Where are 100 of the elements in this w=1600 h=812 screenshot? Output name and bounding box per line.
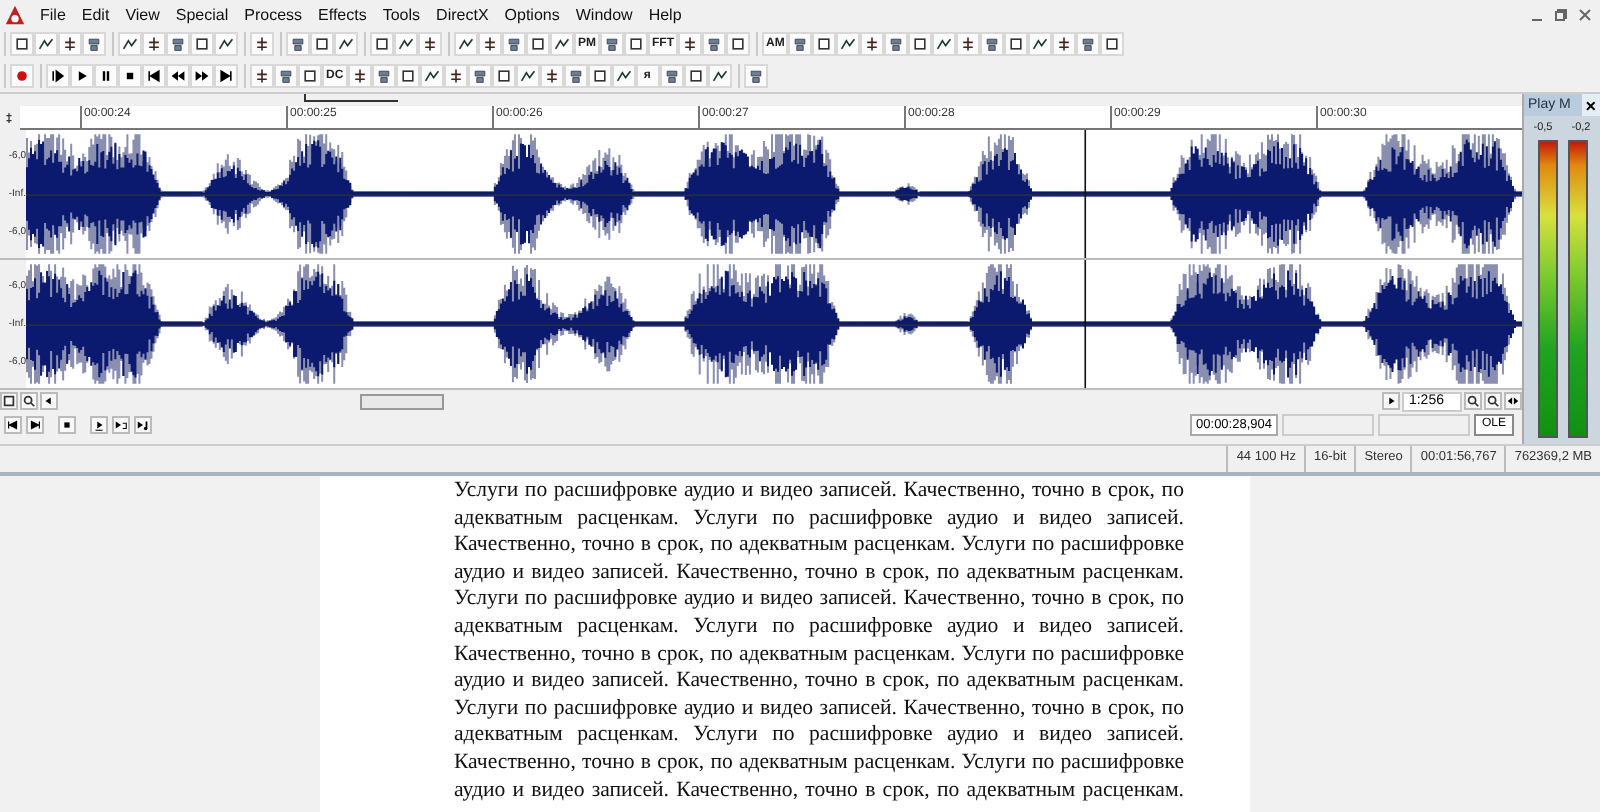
tool-icon[interactable] [118, 32, 142, 56]
tool-icon[interactable] [600, 32, 624, 56]
tool-icon[interactable] [515, 64, 540, 88]
tool-icon[interactable] [884, 32, 909, 56]
tool-icon[interactable] [214, 32, 238, 56]
tool-icon[interactable] [250, 32, 274, 56]
tool-icon[interactable] [478, 32, 502, 56]
tool-icon[interactable] [166, 32, 190, 56]
menu-item[interactable]: Special [167, 5, 237, 23]
tool-icon[interactable] [587, 64, 612, 88]
tool-icon[interactable] [624, 32, 648, 56]
menu-item[interactable]: File [32, 5, 74, 23]
menu-item[interactable]: Window [567, 5, 641, 23]
tool-icon[interactable] [467, 64, 492, 88]
fast-forward-icon[interactable] [190, 64, 214, 88]
stop-icon[interactable] [58, 415, 76, 433]
tool-icon[interactable] [142, 32, 166, 56]
tool-icon[interactable] [443, 64, 468, 88]
zoom-icon[interactable] [1464, 392, 1482, 410]
tool-icon[interactable] [454, 32, 478, 56]
tool-icon[interactable] [1028, 32, 1053, 56]
pause-icon[interactable] [94, 64, 118, 88]
tool-icon[interactable] [702, 32, 726, 56]
menu-item[interactable]: DirectX [428, 5, 497, 23]
tool-icon[interactable] [395, 64, 420, 88]
tool-icon[interactable] [58, 32, 82, 56]
tool-icon[interactable] [394, 32, 418, 56]
zoom-out-icon[interactable] [0, 392, 18, 410]
tool-icon[interactable] [788, 32, 813, 56]
menu-item[interactable]: Effects [310, 5, 375, 23]
tool-icon[interactable] [10, 32, 34, 56]
tool-icon[interactable] [190, 32, 214, 56]
tool-icon[interactable] [726, 32, 750, 56]
close-button[interactable]: × [1581, 94, 1600, 116]
menu-item[interactable]: Tools [374, 5, 429, 23]
tool-icon[interactable] [82, 32, 106, 56]
document-text-line: Качественно, точно в срок, по адекватным расценкам. Услуги по расшифровке [454, 532, 1184, 560]
menu-item[interactable]: Edit [73, 5, 118, 23]
tool-icon[interactable] [370, 32, 394, 56]
tool-icon[interactable] [743, 64, 768, 88]
tool-icon[interactable] [1004, 32, 1029, 56]
menu-item[interactable]: Options [496, 5, 568, 23]
skip-end-icon[interactable] [214, 64, 238, 88]
tool-icon[interactable] [491, 64, 516, 88]
tool-icon[interactable] [860, 32, 885, 56]
play-note-icon[interactable] [134, 415, 152, 433]
stop-icon[interactable] [118, 64, 142, 88]
skip-start-icon[interactable] [4, 415, 22, 433]
skip-end-icon[interactable] [26, 415, 44, 433]
rewind-icon[interactable] [166, 64, 190, 88]
play-selection-icon[interactable] [46, 64, 70, 88]
play-icon[interactable] [90, 415, 108, 433]
tool-icon[interactable] [347, 64, 372, 88]
tool-icon[interactable] [250, 64, 274, 88]
tool-icon[interactable] [286, 32, 310, 56]
document-text-line: Услуги по расшифровке аудио и видео записей. Качественно, точно в срок, по [454, 478, 1184, 506]
menu-item[interactable]: Help [640, 5, 690, 23]
tool-icon[interactable] [932, 32, 957, 56]
tool-icon[interactable] [683, 64, 708, 88]
scroll-left-icon[interactable] [40, 392, 58, 410]
zoom-in-icon[interactable] [20, 392, 38, 410]
tool-icon[interactable] [502, 32, 526, 56]
tool-icon[interactable] [550, 32, 574, 56]
record-icon[interactable] [10, 64, 34, 88]
play-loop-icon[interactable] [112, 415, 130, 433]
tool-icon[interactable] [707, 64, 732, 88]
zoom-icon[interactable] [1484, 392, 1502, 410]
tool-icon[interactable] [611, 64, 636, 88]
restore-icon[interactable] [1554, 7, 1568, 21]
tool-icon[interactable] [274, 64, 298, 88]
document-text-line: аудио и видео записей. Качественно, точно в срок, по адекватным расценкам. [454, 559, 1184, 587]
menu-item[interactable]: View [117, 5, 168, 23]
tool-icon[interactable] [659, 64, 684, 88]
close-icon[interactable] [1578, 7, 1592, 21]
tool-icon[interactable] [334, 32, 358, 56]
tool-icon[interactable] [34, 32, 58, 56]
tool-icon[interactable] [539, 64, 564, 88]
overview-marker[interactable] [304, 94, 398, 102]
tool-icon[interactable] [980, 32, 1005, 56]
tool-icon[interactable] [371, 64, 396, 88]
tool-icon[interactable] [1052, 32, 1077, 56]
play-icon[interactable] [70, 64, 94, 88]
tool-icon[interactable] [419, 64, 444, 88]
tool-icon[interactable] [678, 32, 702, 56]
tool-icon[interactable] [418, 32, 442, 56]
scroll-right-icon[interactable] [1382, 392, 1401, 410]
tool-icon[interactable] [812, 32, 837, 56]
tool-icon[interactable] [526, 32, 550, 56]
tool-icon[interactable] [563, 64, 588, 88]
scroll-arrows-icon[interactable] [1504, 392, 1522, 410]
tool-icon[interactable] [298, 64, 322, 88]
tool-icon[interactable] [908, 32, 933, 56]
tool-icon[interactable] [1076, 32, 1101, 56]
skip-start-icon[interactable] [142, 64, 166, 88]
tool-icon[interactable] [1100, 32, 1125, 56]
tool-icon[interactable] [836, 32, 861, 56]
menu-item[interactable]: Process [236, 5, 311, 23]
tool-icon[interactable] [310, 32, 334, 56]
scrollbar-thumb[interactable] [360, 393, 444, 409]
tool-icon[interactable] [956, 32, 981, 56]
